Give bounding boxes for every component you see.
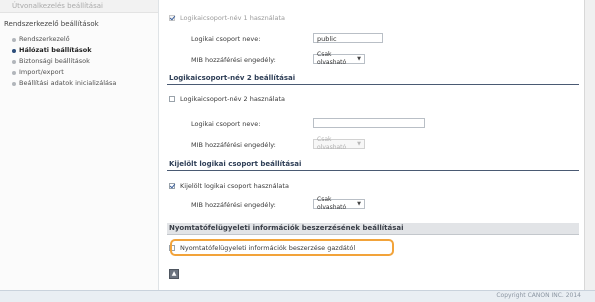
dropdown-arrow-icon: ▼ <box>357 201 361 207</box>
sidebar-item-label: Biztonsági beállítások <box>19 57 90 65</box>
group1-name-input[interactable]: public <box>313 33 383 43</box>
dedicated-enable-label: Kijelölt logikai csoport használata <box>180 181 289 190</box>
sidebar-item-system-manager[interactable]: Rendszerkezelő <box>0 34 158 45</box>
group1-access-select[interactable]: Csak olvasható ▼ <box>313 51 365 66</box>
group2-name-label: Logikai csoport neve: <box>191 120 261 128</box>
group1-enable-row: Logikaicsoport-név 1 használata <box>169 12 285 23</box>
group1-access-label: MIB hozzáférési engedély: <box>191 56 276 64</box>
sidebar-item-import-export[interactable]: Import/export <box>0 67 158 78</box>
dropdown-arrow-icon: ▼ <box>357 56 361 62</box>
dedicated-section-title: Kijelölt logikai csoport beállításai <box>167 159 579 171</box>
highlight-frame <box>170 239 394 256</box>
bullet-icon <box>12 48 16 53</box>
dedicated-access-label: MIB hozzáférési engedély: <box>191 201 276 209</box>
sidebar-item-label: Import/export <box>19 68 64 76</box>
sidebar-item-routing[interactable]: Útvonalkezelés beállításai <box>0 0 158 13</box>
group2-name-input[interactable] <box>313 118 425 128</box>
bullet-icon <box>12 59 16 64</box>
sidebar-section-title: Rendszerkezelő beállítások <box>4 20 99 28</box>
group1-access-value: Csak olvasható <box>317 51 347 66</box>
group2-access-value: Csak olvasható <box>317 136 347 151</box>
settings-panel: Logikaicsoport-név 1 használata Logikai … <box>159 0 584 290</box>
dedicated-access-select[interactable]: Csak olvasható ▼ <box>313 196 365 211</box>
group2-enable-checkbox[interactable] <box>169 95 175 102</box>
page-top-icon[interactable]: ▲ <box>169 269 179 279</box>
group1-enable-checkbox[interactable] <box>169 14 175 21</box>
sidebar-item-label: Útvonalkezelés beállításai <box>12 2 103 10</box>
group1-enable-label: Logikaicsoport-név 1 használata <box>180 13 286 22</box>
sidebar-item-label: Hálózati beállítások <box>19 46 92 54</box>
sidebar-item-security-settings[interactable]: Biztonsági beállítások <box>0 56 158 67</box>
sidebar-item-label: Beállítási adatok inicializálása <box>19 79 117 87</box>
group2-enable-label: Logikaicsoport-név 2 használata <box>180 94 286 103</box>
status-bar: Copyright CANON INC. 2014 <box>0 290 595 302</box>
dedicated-enable-checkbox[interactable] <box>169 182 175 189</box>
group1-name-label: Logikai csoport neve: <box>191 35 261 43</box>
status-text: Copyright CANON INC. 2014 <box>496 292 581 299</box>
bullet-icon <box>12 37 16 42</box>
group2-enable-row: Logikaicsoport-név 2 használata <box>169 93 285 104</box>
window: Útvonalkezelés beállításai Rendszerkezel… <box>0 0 595 302</box>
dedicated-access-value: Csak olvasható <box>317 196 347 211</box>
dropdown-arrow-icon: ▼ <box>357 141 361 147</box>
printer-mgmt-section-title: Nyomtatófelügyeleti információk beszerzé… <box>167 223 579 235</box>
sidebar-item-initialize-settings[interactable]: Beállítási adatok inicializálása <box>0 78 158 89</box>
group2-access-label: MIB hozzáférési engedély: <box>191 141 276 149</box>
sidebar-item-network-settings[interactable]: Hálózati beállítások <box>0 45 158 56</box>
sidebar: Útvonalkezelés beállításai Rendszerkezel… <box>0 0 159 290</box>
bullet-icon <box>12 70 16 75</box>
group2-section-title: Logikaicsoport-név 2 beállításai <box>167 73 579 85</box>
scrollbar[interactable] <box>584 0 595 290</box>
dedicated-enable-row: Kijelölt logikai csoport használata <box>169 180 289 191</box>
sidebar-item-label: Rendszerkezelő <box>19 35 70 43</box>
group2-access-select[interactable]: Csak olvasható ▼ <box>313 136 365 151</box>
bullet-icon <box>12 81 16 86</box>
